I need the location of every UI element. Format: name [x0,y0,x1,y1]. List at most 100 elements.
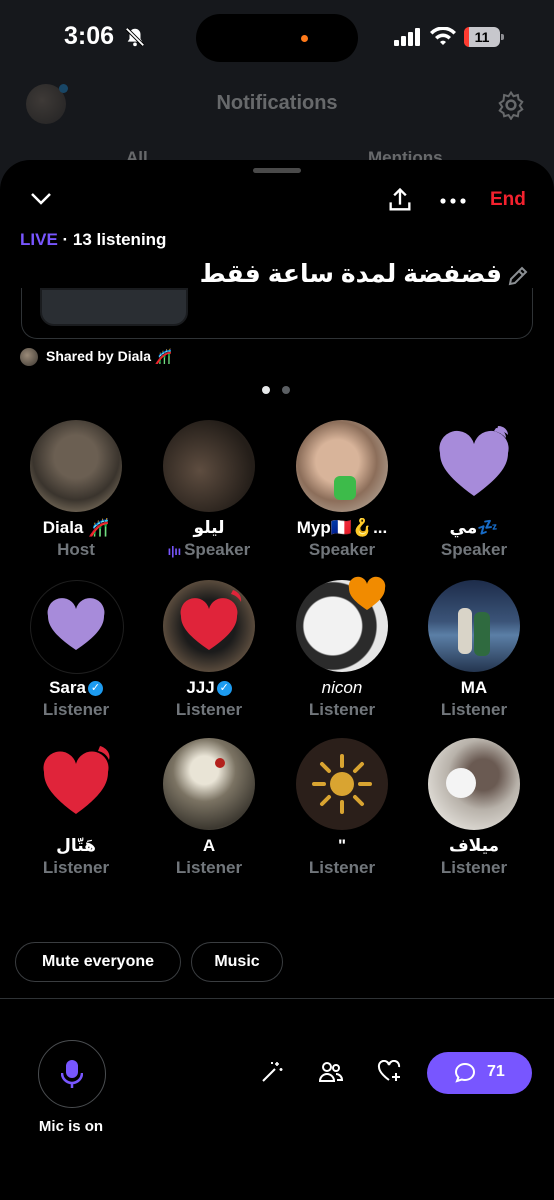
participant[interactable]: هَتّال Listener [6,736,146,886]
participant-name: ميلاف [448,836,500,855]
participant-name: Myp🇫🇷🪝... [296,518,388,537]
participant-name-label: Sara [49,678,86,697]
participant-role: Speaker [308,540,376,559]
participant[interactable]: ليلو ı|ıı Speaker [139,418,279,568]
avatar [163,738,255,830]
heart-icon [180,590,242,650]
participant-role: Listener [175,858,243,877]
participant[interactable]: " Listener [272,736,412,886]
gear-icon [498,90,524,120]
avatar [296,738,388,830]
page-indicator [262,381,302,399]
chat-button[interactable]: 71 [427,1052,532,1094]
heart-icon [439,426,509,496]
more-icon[interactable] [440,198,466,204]
mute-everyone-button[interactable]: Mute everyone [15,942,181,982]
heart-icon [47,598,105,650]
heart-icon [348,576,386,610]
participant[interactable]: مي💤 Speaker [404,418,544,568]
participant-name: هَتّال [56,836,96,855]
participant-role: Listener [175,700,243,719]
avatar [30,580,124,674]
end-button[interactable]: End [490,189,526,211]
shared-post-image [40,288,188,326]
participant-role: Listener [42,858,110,877]
participant-name: JJJ ✓ [139,678,279,698]
participant-name: A [202,836,216,855]
microphone-icon [61,1060,83,1088]
magic-wand-icon[interactable] [260,1060,284,1084]
page-dot [282,386,290,394]
avatar [30,420,122,512]
status-bar: 3:06 11 [0,0,554,76]
participant-name: " [337,836,347,855]
notifications-header: Notifications All Mentions [0,76,554,167]
avatar [30,738,122,830]
avatar [20,348,38,367]
page-dot-active [262,386,270,394]
participant-name: MA [460,678,488,697]
participant[interactable]: Myp🇫🇷🪝... Speaker [272,418,412,568]
chat-count: 71 [487,1063,505,1080]
shared-by: Shared by Diala 🎢 [20,348,173,367]
sun-icon [312,754,372,814]
bell-slash-icon [125,27,145,47]
recording-dot [301,35,308,42]
pencil-icon[interactable] [506,264,530,288]
share-icon[interactable] [386,186,414,214]
live-status: LIVE · 13 listening [20,230,166,250]
participant-role: Speaker [440,540,508,559]
participant-role-label: Speaker [184,540,251,559]
participant[interactable]: A Listener [139,736,279,886]
participant[interactable]: Diala 🎢 Host [6,418,146,568]
participant-role: ı|ıı Speaker [139,540,279,560]
sheet-grabber[interactable] [253,168,301,173]
music-button[interactable]: Music [191,942,283,982]
participant-name: Sara ✓ [6,678,146,698]
chevron-down-icon[interactable] [30,192,52,206]
participant-role: Listener [308,858,376,877]
avatar [163,580,255,672]
avatar [163,420,255,512]
divider [0,998,554,999]
participant[interactable]: Sara ✓ Listener [6,578,146,728]
participant-name: مي💤 [449,518,499,537]
participant[interactable]: ميلاف Listener [404,736,544,886]
participant[interactable]: JJJ ✓ Listener [139,578,279,728]
participant-role: Listener [42,700,110,719]
participant-name-label: JJJ [186,678,215,697]
avatar [428,420,520,512]
participant-name: Diala 🎢 [42,518,110,537]
shared-by-label: Shared by Diala 🎢 [46,348,173,364]
avatar [428,580,520,672]
participant-name: ليلو [193,518,225,537]
shared-post-card[interactable] [21,288,533,339]
heart-plus-icon[interactable] [377,1060,403,1084]
mic-status-label: Mic is on [38,1118,104,1135]
verified-icon: ✓ [87,681,103,697]
participant-role: Listener [308,700,376,719]
space-sheet: End LIVE · 13 listening فضفضة لمدة ساعة … [0,160,554,1200]
mic-button[interactable] [38,1040,106,1108]
participant-role: Host [57,540,95,559]
signal-icon [394,28,420,46]
participant[interactable]: nicon Listener [272,576,412,728]
avatar [296,420,388,512]
chat-bubble-icon [454,1062,476,1083]
participant-name: nicon [321,678,363,697]
page-title: Notifications [216,92,338,114]
people-icon[interactable] [318,1060,344,1084]
space-title: فضفضة لمدة ساعة فقط [199,260,502,288]
heart-icon [43,746,110,814]
dynamic-island [196,14,358,62]
listening-count: · 13 listening [57,230,167,249]
live-badge: LIVE [20,230,58,249]
status-time: 3:06 [64,22,115,50]
participant-role: Listener [440,858,508,877]
participant[interactable]: MA Listener [404,578,544,728]
wifi-icon [430,27,456,45]
avatar [296,576,388,672]
speaking-icon: ı|ıı [167,544,182,558]
participant-role: Listener [440,700,508,719]
avatar [428,738,520,830]
